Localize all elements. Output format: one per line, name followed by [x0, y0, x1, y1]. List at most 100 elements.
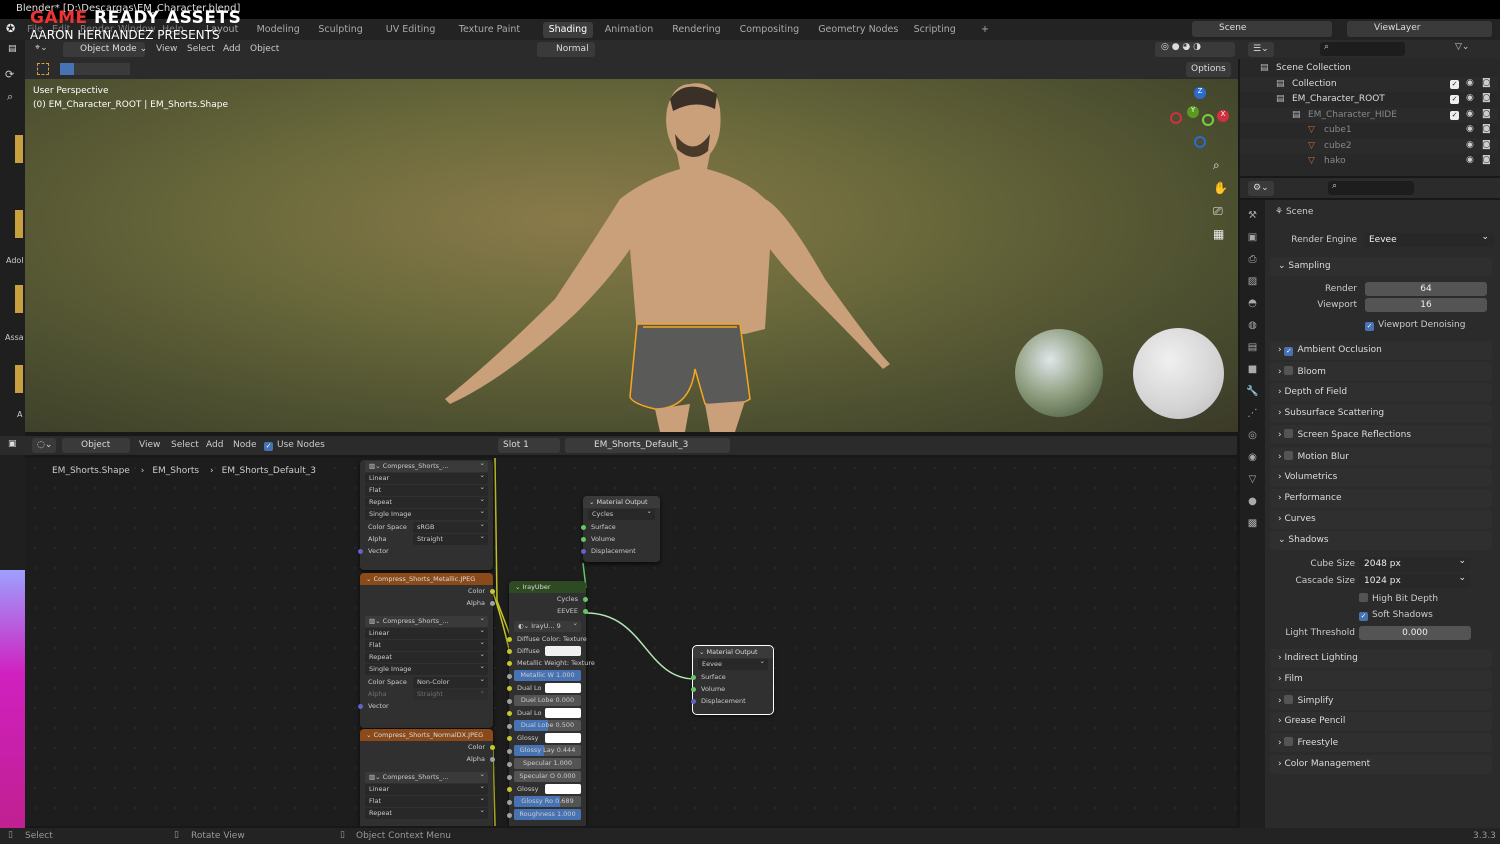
- section-indirect-lighting[interactable]: › Indirect Lighting: [1270, 649, 1492, 668]
- ext-dropdown[interactable]: Repeat: [365, 806, 488, 819]
- interp-dropdown[interactable]: Linear: [365, 626, 488, 639]
- node-editor-canvas[interactable]: EM_Shorts.Shape › EM_Shorts › EM_Shorts_De…: [25, 458, 1237, 826]
- menu-select[interactable]: Select: [187, 44, 215, 54]
- input-socket[interactable]: Glossy: [507, 732, 586, 744]
- input-socket[interactable]: Dual Lo: [507, 682, 586, 694]
- section-freestyle[interactable]: › Freestyle: [1270, 733, 1492, 753]
- color-space-dropdown[interactable]: Non-Color: [413, 675, 488, 688]
- outliner-row[interactable]: ▤ EM_Character_HIDE ✓ ◉ ◙: [1240, 107, 1498, 123]
- alpha-dropdown[interactable]: Straight: [413, 687, 488, 700]
- orientation-dropdown[interactable]: Normal: [537, 42, 595, 57]
- properties-tab-icons[interactable]: ⚒ ▣ ⎙ ▨ ◓ ◍ ▤ ■ 🔧 ⋰ ◎ ◉ ▽ ● ▩: [1240, 200, 1265, 535]
- filter-icon[interactable]: ▽⌄: [1455, 42, 1469, 52]
- proj-dropdown[interactable]: Flat: [365, 638, 488, 651]
- outliner-row[interactable]: ▤ Collection ✓ ◉ ◙: [1240, 76, 1498, 92]
- image-selector[interactable]: ▨⌄ Compress_Shorts_...: [365, 770, 488, 783]
- workspace-tab-uv-editing[interactable]: UV Editing: [380, 22, 442, 38]
- node-header[interactable]: ⌄ IrayUber: [509, 581, 586, 593]
- ext-dropdown[interactable]: Repeat: [365, 495, 488, 508]
- camera-icon[interactable]: ◙: [1482, 124, 1491, 134]
- camera-icon[interactable]: ◙: [1482, 93, 1491, 103]
- input-value[interactable]: Glossy Lay 0.444: [507, 745, 586, 757]
- image-texture-node-metallic[interactable]: ⌄ Compress_Shorts_Metallic.JPEG Color Al…: [358, 573, 495, 728]
- image-texture-node-normal[interactable]: ⌄ Compress_Shorts_NormalDX.JPEG Color Al…: [360, 729, 495, 826]
- section-grease-pencil[interactable]: › Grease Pencil: [1270, 712, 1492, 732]
- input-value[interactable]: Metallic W 1.000: [507, 670, 586, 682]
- input-socket[interactable]: Glossy: [507, 783, 586, 795]
- section-screen-space-reflections[interactable]: › Screen Space Reflections: [1270, 425, 1492, 445]
- viewport-denoising-checkbox[interactable]: ✓ Viewport Denoising: [1365, 320, 1465, 331]
- shader-type-dropdown[interactable]: Object: [62, 438, 130, 453]
- camera-icon[interactable]: ◙: [1482, 109, 1491, 119]
- menu-add[interactable]: Add: [223, 44, 240, 54]
- material-output-node-cycles[interactable]: ⌄ Material OutputCyclesSurfaceVolumeDisp…: [581, 496, 660, 562]
- alpha-dropdown[interactable]: Straight: [413, 532, 488, 545]
- menu-add[interactable]: Add: [206, 440, 223, 450]
- section-depth-of-field[interactable]: › Depth of Field: [1270, 383, 1492, 403]
- outliner-row[interactable]: ▽ hako ◉ ◙: [1240, 154, 1498, 169]
- options-button[interactable]: Options: [1186, 62, 1231, 77]
- input-value[interactable]: Duel Lobe 0.000: [507, 695, 586, 707]
- workspace-tab-scripting[interactable]: Scripting: [908, 22, 962, 38]
- image-selector[interactable]: ▨⌄ Compress_Shorts_...: [365, 614, 488, 627]
- display-mode-dropdown[interactable]: ☰⌄: [1248, 42, 1274, 57]
- camera-icon[interactable]: ◙: [1482, 78, 1491, 88]
- src-dropdown[interactable]: Single Image: [365, 507, 488, 520]
- transform-icon[interactable]: ⟳: [5, 68, 14, 81]
- section-simplify[interactable]: › Simplify: [1270, 691, 1492, 711]
- 3d-viewport[interactable]: User Perspective (0) EM_Character_ROOT |…: [25, 79, 1238, 432]
- outliner-row[interactable]: ▤ Scene Collection: [1240, 61, 1498, 76]
- src-dropdown[interactable]: Single Image: [365, 662, 488, 675]
- interp-dropdown[interactable]: Linear: [365, 782, 488, 795]
- viewport-samples-field[interactable]: 16: [1365, 298, 1487, 312]
- workspace-tab-compositing[interactable]: Compositing: [734, 22, 806, 38]
- workspace-tab-rendering[interactable]: Rendering: [666, 22, 727, 38]
- editor-type-icon[interactable]: ⌖⌄: [35, 43, 48, 53]
- view-layer-selector[interactable]: ViewLayer: [1347, 21, 1492, 37]
- input-value[interactable]: Specular 1.000: [507, 758, 586, 770]
- cascade-size-dropdown[interactable]: 1024 px: [1359, 573, 1471, 588]
- color-space-dropdown[interactable]: sRGB: [413, 520, 488, 533]
- viewport-nav-buttons[interactable]: ⌕ ✋ ⎚ ▦: [1213, 154, 1228, 246]
- shading-modes[interactable]: ◎ ● ◕ ◑: [1155, 42, 1235, 57]
- render-engine-dropdown[interactable]: Eevee: [1364, 232, 1494, 247]
- material-output-node-eevee[interactable]: ⌄ Material OutputEeveeSurfaceVolumeDispl…: [691, 645, 774, 715]
- target-dropdown[interactable]: Eevee: [698, 657, 768, 670]
- outliner-row[interactable]: ▤ EM_Character_ROOT ✓ ◉ ◙: [1240, 92, 1498, 107]
- workspace-tab-texture-paint[interactable]: Texture Paint: [453, 22, 526, 38]
- folder-icon[interactable]: ▤: [8, 44, 17, 54]
- slot-dropdown[interactable]: Slot 1: [498, 438, 560, 453]
- workspace-tab-animation[interactable]: Animation: [599, 22, 659, 38]
- blender-logo-icon[interactable]: ✪: [6, 22, 15, 35]
- mode-dropdown[interactable]: Object Mode ⌄: [63, 42, 147, 57]
- node-header[interactable]: ⌄ Compress_Shorts_Metallic.JPEG: [360, 573, 493, 585]
- menu-select[interactable]: Select: [171, 440, 199, 450]
- outliner-search[interactable]: ⌕: [1320, 42, 1405, 56]
- selection-mode-buttons[interactable]: [60, 63, 130, 75]
- scene-selector[interactable]: Scene: [1192, 21, 1332, 37]
- eye-icon[interactable]: ◉: [1466, 93, 1474, 103]
- workspace-tab-geometry-nodes[interactable]: Geometry Nodes: [812, 22, 904, 38]
- eye-icon[interactable]: ◉: [1466, 124, 1474, 134]
- section-sampling[interactable]: ⌄ Sampling: [1270, 257, 1492, 276]
- character-model[interactable]: [405, 79, 925, 432]
- menu-view[interactable]: View: [139, 440, 160, 450]
- section-ambient-occlusion[interactable]: › ✓ Ambient Occlusion: [1270, 341, 1492, 360]
- navigation-gizmo[interactable]: Z X Y: [1170, 84, 1230, 154]
- section-shadows[interactable]: ⌄ Shadows: [1270, 531, 1492, 550]
- editor-type-icon[interactable]: ▣: [8, 439, 17, 449]
- group-selector[interactable]: ◐⌄ IrayU... 9: [514, 619, 581, 632]
- outliner-row[interactable]: ▽ cube1 ◉ ◙: [1240, 123, 1498, 138]
- input-value[interactable]: Specular O 0.000: [507, 771, 586, 783]
- image-texture-node[interactable]: ▨⌄ Compress_Shorts_...LinearFlatRepeatSi…: [358, 459, 493, 570]
- input-value[interactable]: Dual Lobe 0.500: [507, 720, 586, 732]
- image-selector[interactable]: ▨⌄ Compress_Shorts_...: [365, 459, 488, 472]
- irayuber-group-node[interactable]: ⌄ IrayUberCyclesEEVEE◐⌄ IrayU... 9Diffus…: [507, 581, 595, 826]
- target-dropdown[interactable]: Cycles: [588, 507, 655, 520]
- cube-size-dropdown[interactable]: 2048 px: [1359, 556, 1471, 571]
- search-icon[interactable]: ⌕: [7, 90, 13, 104]
- select-tool-icon[interactable]: [37, 63, 49, 75]
- proj-dropdown[interactable]: Flat: [365, 794, 488, 807]
- light-threshold-field[interactable]: 0.000: [1359, 626, 1471, 640]
- input-value[interactable]: Glossy Ro 0.689: [507, 796, 586, 808]
